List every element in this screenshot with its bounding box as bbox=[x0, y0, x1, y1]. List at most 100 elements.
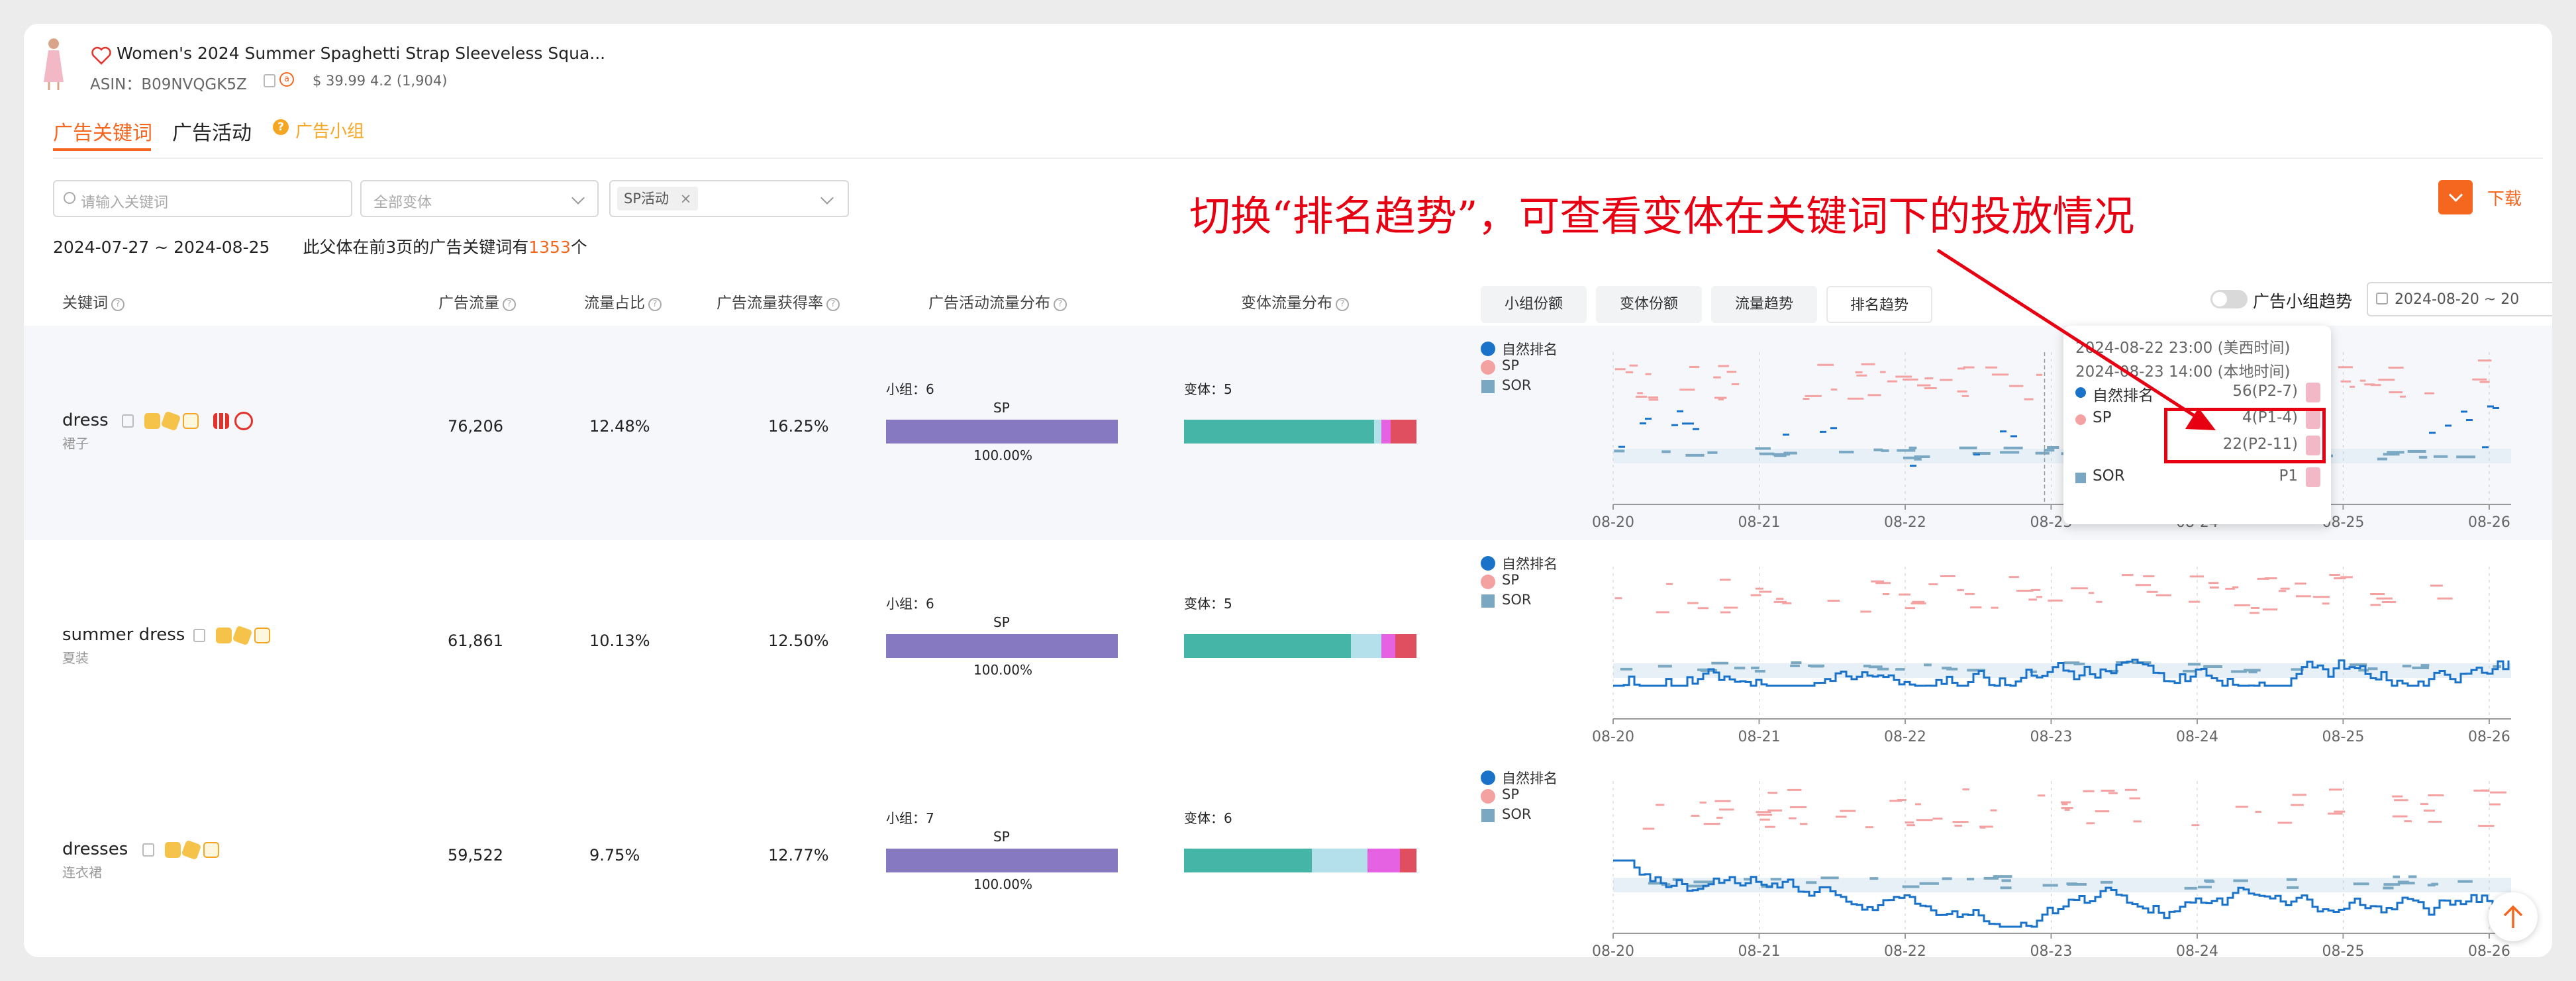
group-count: 小组：6 bbox=[886, 593, 934, 612]
campaign-type-label: SP bbox=[993, 829, 1010, 845]
sp-legend-label[interactable]: SP bbox=[1502, 572, 1519, 588]
col-traffic-rate[interactable]: 广告流量获得率? bbox=[717, 290, 840, 312]
table-row[interactable]: summer dress 夏装 61,861 10.13% 12.50% 小组：6 SP 10… bbox=[24, 540, 2552, 755]
help-icon: ? bbox=[826, 298, 840, 311]
sp-legend-icon[interactable] bbox=[1481, 789, 1495, 804]
campaign-bar[interactable] bbox=[886, 634, 1118, 658]
variant-bar-segment[interactable] bbox=[1381, 420, 1391, 444]
brand-ad-icon bbox=[181, 839, 201, 861]
sp-legend-icon[interactable] bbox=[1481, 360, 1495, 375]
sp-legend-label[interactable]: SP bbox=[1502, 786, 1519, 802]
keyword-translation: 夏装 bbox=[62, 650, 89, 666]
x-tick-label: 08-26 bbox=[2468, 514, 2510, 531]
main-card: Women's 2024 Summer Spaghetti Strap Slee… bbox=[24, 24, 2552, 957]
group-count-value: 7 bbox=[926, 810, 934, 826]
organic-legend-label[interactable]: 自然排名 bbox=[1502, 339, 1558, 359]
copy-icon[interactable] bbox=[121, 414, 134, 428]
col-variant-dist[interactable]: 变体流量分布? bbox=[1241, 290, 1349, 312]
x-tick-label: 08-20 bbox=[1592, 514, 1634, 531]
sor-legend-icon[interactable] bbox=[1481, 380, 1495, 393]
organic-legend-label[interactable]: 自然排名 bbox=[1502, 768, 1558, 788]
table-row[interactable]: dresses 连衣裙 59,522 9.75% 12.77% 小组：7 SP 100.00%… bbox=[24, 755, 2552, 957]
display-ad-icon bbox=[203, 842, 219, 858]
tab-campaigns[interactable]: 广告活动 bbox=[172, 117, 252, 146]
tab-ad-groups[interactable]: 广告小组 bbox=[295, 118, 364, 142]
favorite-heart-icon[interactable] bbox=[91, 46, 111, 68]
variant-bar-segment[interactable] bbox=[1400, 849, 1416, 872]
keyword-text[interactable]: summer dress bbox=[62, 625, 185, 645]
asin-value[interactable]: B09NVQGK5Z bbox=[141, 76, 246, 93]
variant-bar-segment[interactable] bbox=[1184, 634, 1351, 658]
copy-icon[interactable] bbox=[264, 74, 275, 87]
organic-legend-label[interactable]: 自然排名 bbox=[1502, 553, 1558, 573]
variant-bar-segment[interactable] bbox=[1312, 849, 1367, 872]
variant-bar-segment[interactable] bbox=[1391, 420, 1416, 444]
campaign-type-select[interactable]: SP活动 × bbox=[609, 180, 849, 217]
campaign-bar[interactable] bbox=[886, 849, 1118, 872]
traffic-share-value: 12.48% bbox=[589, 417, 650, 436]
scroll-top-button[interactable] bbox=[2489, 892, 2538, 941]
group-count: 小组：7 bbox=[886, 808, 934, 827]
sor-legend-label[interactable]: SOR bbox=[1502, 806, 1531, 822]
sp-legend-icon[interactable] bbox=[1481, 575, 1495, 589]
variant-bar-segment[interactable] bbox=[1184, 849, 1312, 872]
rank-trend-chart[interactable]: 08-20 08-21 08-22 08-23 08-24 08-25 08-26 bbox=[1587, 755, 2514, 957]
keyword-search-placeholder: 请输入关键词 bbox=[81, 195, 169, 211]
campaign-percent: 100.00% bbox=[973, 876, 1032, 892]
download-label[interactable]: 下载 bbox=[2487, 185, 2522, 210]
tab-rank-trend[interactable]: 排名趋势 bbox=[1826, 286, 1932, 323]
sp-legend-label[interactable]: SP bbox=[1502, 357, 1519, 373]
traffic-share-value: 10.13% bbox=[589, 631, 650, 650]
x-tick-label: 08-22 bbox=[1884, 943, 1926, 957]
product-thumbnail[interactable] bbox=[37, 36, 70, 91]
copy-icon[interactable] bbox=[193, 629, 205, 642]
tabs-divider bbox=[53, 158, 2543, 159]
sor-legend-label[interactable]: SOR bbox=[1502, 592, 1531, 608]
close-icon[interactable]: × bbox=[680, 191, 692, 207]
brand-ad-icon bbox=[232, 625, 253, 646]
variant-bar-segment[interactable] bbox=[1374, 420, 1381, 444]
variant-bar-segment[interactable] bbox=[1184, 420, 1374, 444]
variant-select[interactable]: 全部变体 bbox=[360, 180, 599, 217]
keyword-search-input[interactable]: 请输入关键词 bbox=[53, 180, 352, 217]
traffic-rate-value: 12.50% bbox=[768, 631, 829, 650]
tab-traffic-trend[interactable]: 流量趋势 bbox=[1711, 286, 1817, 323]
x-tick-label: 08-24 bbox=[2176, 943, 2218, 957]
tab-active-indicator bbox=[53, 148, 151, 151]
col-traffic-share[interactable]: 流量占比? bbox=[584, 290, 662, 312]
group-count-value: 6 bbox=[926, 381, 934, 397]
variant-count: 变体：6 bbox=[1184, 808, 1232, 827]
help-icon: ? bbox=[111, 298, 124, 311]
summary-suffix: 个 bbox=[570, 238, 587, 257]
variant-select-value: 全部变体 bbox=[373, 195, 432, 211]
date-picker[interactable]: 2024-08-20 ~ 20 bbox=[2367, 282, 2552, 316]
organic-legend-icon[interactable] bbox=[1481, 342, 1495, 356]
campaign-tag: SP活动 × bbox=[617, 187, 699, 210]
keyword-count[interactable]: 1353 bbox=[528, 238, 571, 257]
tab-ad-keywords[interactable]: 广告关键词 bbox=[53, 117, 152, 146]
col-campaign-dist[interactable]: 广告活动流量分布? bbox=[928, 290, 1067, 312]
x-tick-label: 08-21 bbox=[1738, 514, 1781, 531]
keyword-text[interactable]: dress bbox=[62, 410, 109, 430]
campaign-bar[interactable] bbox=[886, 420, 1118, 444]
col-ad-traffic[interactable]: 广告流量? bbox=[438, 290, 516, 312]
col-keyword[interactable]: 关键词? bbox=[62, 290, 124, 312]
sor-legend-icon[interactable] bbox=[1481, 809, 1495, 822]
campaign-type-label: SP bbox=[993, 400, 1010, 416]
keyword-text[interactable]: dresses bbox=[62, 839, 128, 859]
variant-bar-segment[interactable] bbox=[1381, 634, 1395, 658]
organic-legend-icon[interactable] bbox=[1481, 556, 1495, 571]
rank-trend-chart[interactable]: 08-20 08-21 08-22 08-23 08-24 08-25 08-26 bbox=[1587, 540, 2514, 755]
variant-bar-segment[interactable] bbox=[1351, 634, 1381, 658]
sor-legend-icon[interactable] bbox=[1481, 594, 1495, 608]
sor-legend-label[interactable]: SOR bbox=[1502, 377, 1531, 393]
copy-icon[interactable] bbox=[142, 843, 154, 857]
variant-bar-segment[interactable] bbox=[1367, 849, 1400, 872]
tab-variant-share[interactable]: 变体份额 bbox=[1596, 286, 1702, 323]
organic-legend-icon[interactable] bbox=[1481, 771, 1495, 785]
tab-group-share[interactable]: 小组份额 bbox=[1481, 286, 1587, 323]
download-icon[interactable] bbox=[2438, 180, 2473, 214]
variant-bar-segment[interactable] bbox=[1395, 634, 1416, 658]
product-title[interactable]: Women's 2024 Summer Spaghetti Strap Slee… bbox=[117, 44, 605, 63]
help-circle-icon: ? bbox=[273, 119, 289, 135]
